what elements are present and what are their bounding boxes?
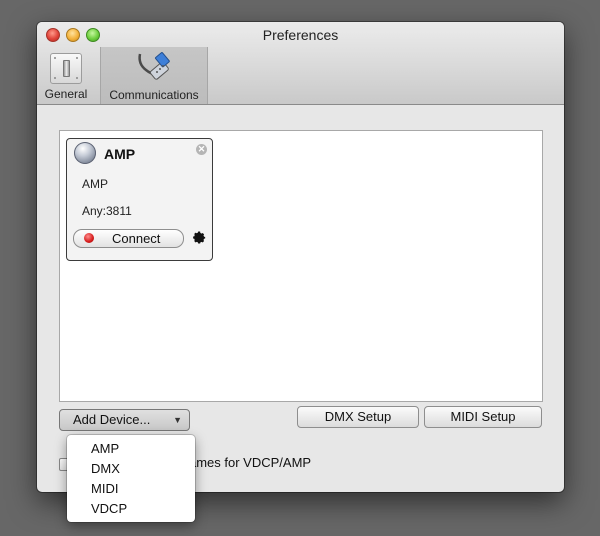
toolbar: Preferences General Communications bbox=[37, 22, 564, 105]
toolbar-tab-label: Communications bbox=[109, 88, 199, 102]
window-title: Preferences bbox=[262, 27, 339, 43]
menu-item-amp[interactable]: AMP bbox=[91, 441, 119, 456]
add-device-label: Add Device... bbox=[73, 412, 151, 427]
toolbar-tab-label: General bbox=[44, 87, 88, 101]
chevron-down-icon: ▼ bbox=[173, 415, 182, 425]
preferences-window: Preferences General Communications AMP ✕… bbox=[37, 22, 564, 492]
gear-icon[interactable] bbox=[190, 229, 207, 246]
connect-label: Connect bbox=[112, 231, 161, 246]
device-card[interactable]: AMP ✕ AMP Any:3811 Connect bbox=[66, 138, 213, 261]
toolbar-tab-general[interactable]: General bbox=[37, 49, 95, 103]
menu-item-dmx[interactable]: DMX bbox=[91, 461, 120, 476]
device-type: AMP bbox=[82, 177, 109, 191]
add-device-menu: AMP DMX MIDI VDCP bbox=[67, 435, 195, 522]
connect-button[interactable]: Connect bbox=[73, 229, 184, 248]
menu-item-vdcp[interactable]: VDCP bbox=[91, 501, 127, 516]
add-device-popup-button[interactable]: Add Device... ▼ bbox=[59, 409, 190, 431]
menu-item-midi[interactable]: MIDI bbox=[91, 481, 118, 496]
device-address: Any:3811 bbox=[82, 204, 132, 218]
remove-device-icon[interactable]: ✕ bbox=[196, 144, 207, 155]
status-dot-icon bbox=[84, 233, 94, 243]
switch-icon bbox=[50, 53, 82, 84]
device-list: AMP ✕ AMP Any:3811 Connect bbox=[59, 130, 543, 402]
cable-icon bbox=[138, 52, 170, 80]
toolbar-tab-communications[interactable]: Communications bbox=[100, 47, 208, 104]
midi-setup-button[interactable]: MIDI Setup bbox=[424, 406, 542, 428]
globe-icon bbox=[74, 142, 96, 164]
device-name: AMP bbox=[104, 146, 136, 162]
dmx-setup-button[interactable]: DMX Setup bbox=[297, 406, 419, 428]
